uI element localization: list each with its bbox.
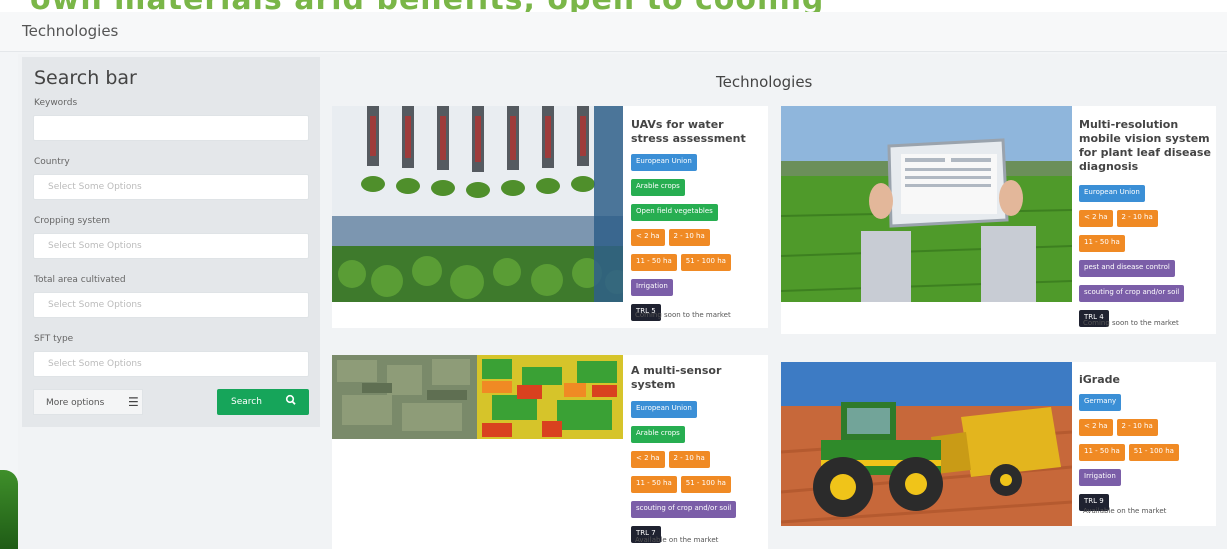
card-tags: European Union Arable crops Open field v… bbox=[631, 154, 766, 321]
card-title[interactable]: Multi-resolution mobile vision system fo… bbox=[1079, 118, 1214, 174]
search-button-label: Search bbox=[231, 397, 262, 407]
country-tag: European Union bbox=[631, 401, 697, 418]
area-tag: < 2 ha bbox=[1079, 210, 1113, 227]
cropping-system-label: Cropping system bbox=[34, 216, 111, 226]
area-tag: < 2 ha bbox=[1079, 419, 1113, 436]
country-tag: Germany bbox=[1079, 394, 1122, 411]
header-banner: own materials arid benefits, open to coo… bbox=[0, 0, 1227, 12]
type-tag: Irrigation bbox=[631, 279, 673, 296]
card-tags: Germany < 2 ha 2 - 10 ha 11 - 50 ha 51 -… bbox=[1079, 394, 1214, 511]
area-tag: < 2 ha bbox=[631, 451, 665, 468]
area-tag: 11 - 50 ha bbox=[631, 476, 677, 493]
card-tags: European Union < 2 ha 2 - 10 ha 11 - 50 … bbox=[1079, 185, 1214, 327]
area-tag: 2 - 10 ha bbox=[1116, 419, 1158, 436]
area-tag: 11 - 50 ha bbox=[1079, 444, 1125, 461]
search-sidebar: Search bar Keywords Country Select Some … bbox=[22, 57, 320, 427]
crop-tag: Arable crops bbox=[631, 179, 685, 196]
hydroponic-seedlings-photo[interactable] bbox=[332, 106, 623, 302]
total-area-select[interactable]: Select Some Options bbox=[33, 292, 309, 318]
type-tag: scouting of crop and/or soil bbox=[1079, 285, 1185, 302]
card-tags: European Union Arable crops < 2 ha 2 - 1… bbox=[631, 401, 766, 543]
keywords-input[interactable] bbox=[33, 115, 309, 141]
search-icon bbox=[285, 393, 297, 410]
area-tag: 51 - 100 ha bbox=[680, 476, 731, 493]
card-title[interactable]: A multi-sensor system bbox=[631, 364, 763, 392]
area-tag: < 2 ha bbox=[631, 229, 665, 246]
market-status: Coming soon to the market bbox=[1083, 319, 1179, 327]
country-label: Country bbox=[34, 157, 70, 167]
technologies-heading: Technologies bbox=[716, 73, 813, 91]
menu-icon: ☰ bbox=[128, 395, 139, 409]
area-tag: 11 - 50 ha bbox=[631, 254, 677, 271]
technology-card-vision[interactable]: Multi-resolution mobile vision system fo… bbox=[781, 106, 1216, 334]
market-status: Coming soon to the market bbox=[635, 311, 731, 319]
keywords-label: Keywords bbox=[34, 98, 78, 108]
banner-text: own materials arid benefits, open to coo… bbox=[30, 0, 824, 12]
sft-type-label: SFT type bbox=[34, 334, 74, 344]
country-tag: European Union bbox=[1079, 185, 1145, 202]
crop-tag: Arable crops bbox=[631, 426, 685, 443]
market-status: Available on the market bbox=[1083, 507, 1167, 515]
area-tag: 2 - 10 ha bbox=[668, 451, 710, 468]
technology-card-multisensor[interactable]: A multi-sensor system European Union Ara… bbox=[332, 355, 768, 549]
card-title[interactable]: UAVs for water stress assessment bbox=[631, 118, 763, 146]
tractor-grader-photo[interactable] bbox=[781, 362, 1072, 526]
total-area-label: Total area cultivated bbox=[34, 275, 126, 285]
area-tag: 2 - 10 ha bbox=[1116, 210, 1158, 227]
area-tag: 51 - 100 ha bbox=[1128, 444, 1179, 461]
tablet-in-field-photo[interactable] bbox=[781, 106, 1072, 302]
search-button[interactable]: Search bbox=[217, 389, 309, 415]
market-status: Available on the market bbox=[635, 536, 719, 544]
cropping-system-select[interactable]: Select Some Options bbox=[33, 233, 309, 259]
top-bar: Technologies bbox=[0, 12, 1227, 52]
technology-card-uav[interactable]: UAVs for water stress assessment Europea… bbox=[332, 106, 768, 328]
type-tag: pest and disease control bbox=[1079, 260, 1175, 277]
sft-type-select[interactable]: Select Some Options bbox=[33, 351, 309, 377]
more-options-label: More options bbox=[46, 398, 105, 408]
type-tag: Irrigation bbox=[1079, 469, 1121, 486]
leaf-decoration bbox=[0, 470, 18, 549]
area-tag: 2 - 10 ha bbox=[668, 229, 710, 246]
technology-card-igrade[interactable]: iGrade Germany < 2 ha 2 - 10 ha 11 - 50 … bbox=[781, 362, 1216, 526]
card-title[interactable]: iGrade bbox=[1079, 373, 1214, 387]
page-title: Technologies bbox=[22, 22, 119, 40]
type-tag: scouting of crop and/or soil bbox=[631, 501, 737, 518]
country-select[interactable]: Select Some Options bbox=[33, 174, 309, 200]
more-options-button[interactable]: More options ☰ bbox=[33, 389, 143, 415]
crop-tag: Open field vegetables bbox=[631, 204, 718, 221]
aerial-ndvi-map-photo[interactable] bbox=[332, 355, 623, 439]
search-bar-title: Search bar bbox=[34, 67, 137, 89]
area-tag: 51 - 100 ha bbox=[680, 254, 731, 271]
country-tag: European Union bbox=[631, 154, 697, 171]
area-tag: 11 - 50 ha bbox=[1079, 235, 1125, 252]
